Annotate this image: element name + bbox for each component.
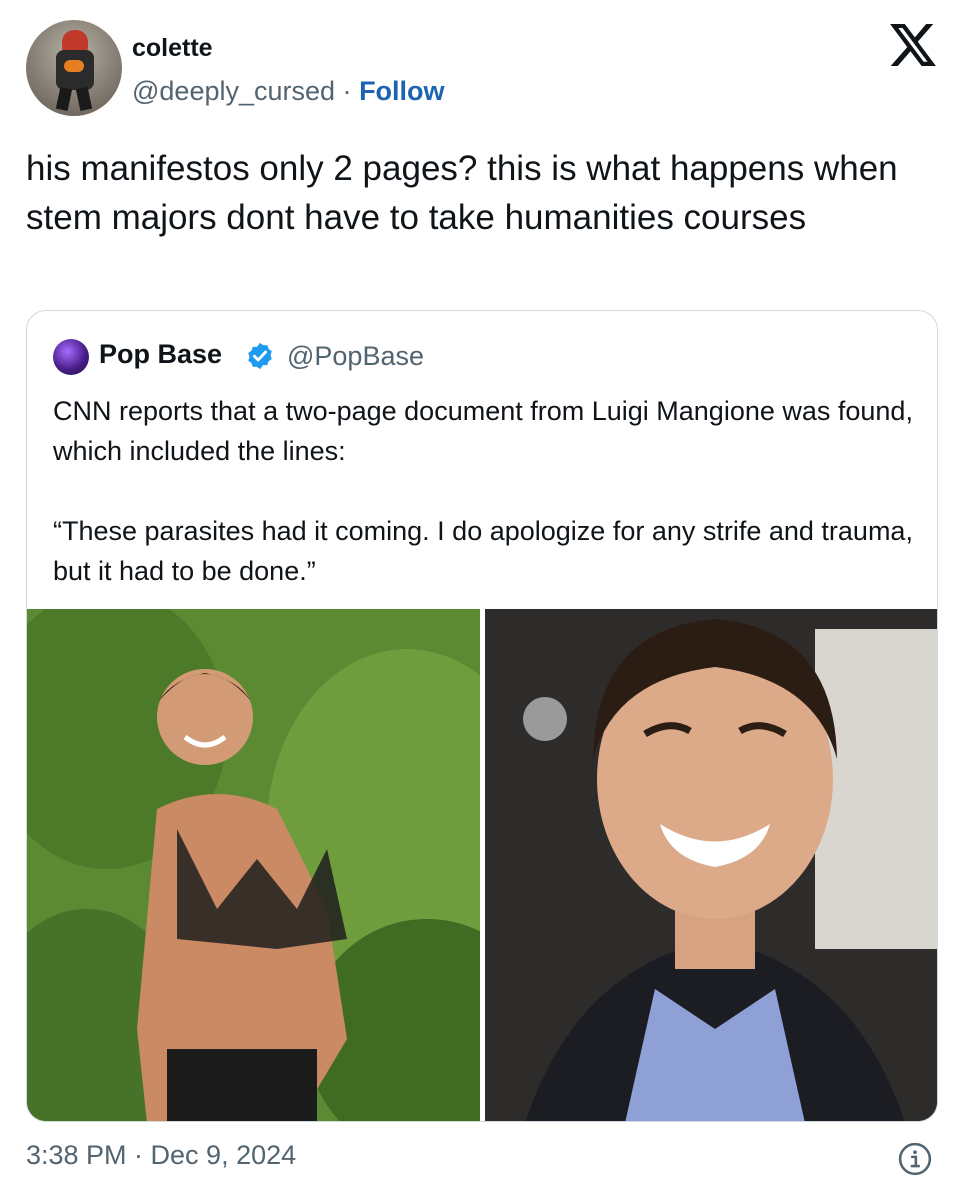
avatar-jersey-logo <box>64 60 84 72</box>
avatar-leg <box>55 86 73 112</box>
author-display-name[interactable]: colette <box>132 34 213 63</box>
quoted-tweet[interactable]: Pop Base @PopBase CNN reports that a two… <box>26 310 938 1122</box>
follow-button[interactable]: Follow <box>359 76 444 106</box>
author-avatar[interactable] <box>26 20 122 116</box>
handle-separator: · <box>342 76 352 106</box>
quoted-author-avatar[interactable] <box>53 339 89 375</box>
verified-badge-icon <box>248 342 272 370</box>
quoted-author-name[interactable]: Pop Base <box>99 339 222 370</box>
quoted-tweet-text: CNN reports that a two-page document fro… <box>53 396 913 586</box>
author-handle[interactable]: @deeply_cursed <box>132 76 335 106</box>
quoted-media-grid <box>27 609 937 1121</box>
tweet-timestamp[interactable]: 3:38 PM · Dec 9, 2024 <box>26 1140 296 1171</box>
avatar-leg <box>75 86 93 112</box>
tweet-header: colette @deeply_cursed · Follow <box>26 20 938 120</box>
media-photo-hiking[interactable] <box>27 609 480 1121</box>
tweet-text: his manifestos only 2 pages? this is wha… <box>26 149 898 237</box>
quoted-author-handle[interactable]: @PopBase <box>287 341 424 372</box>
photo-portrait-illustration <box>485 609 937 1121</box>
x-logo-icon[interactable] <box>890 24 936 66</box>
media-photo-portrait[interactable] <box>485 609 937 1121</box>
avatar-helmet <box>62 30 88 52</box>
author-handle-row: @deeply_cursed · Follow <box>132 76 445 107</box>
photo-hiking-illustration <box>27 609 480 1121</box>
info-icon[interactable] <box>898 1142 932 1176</box>
